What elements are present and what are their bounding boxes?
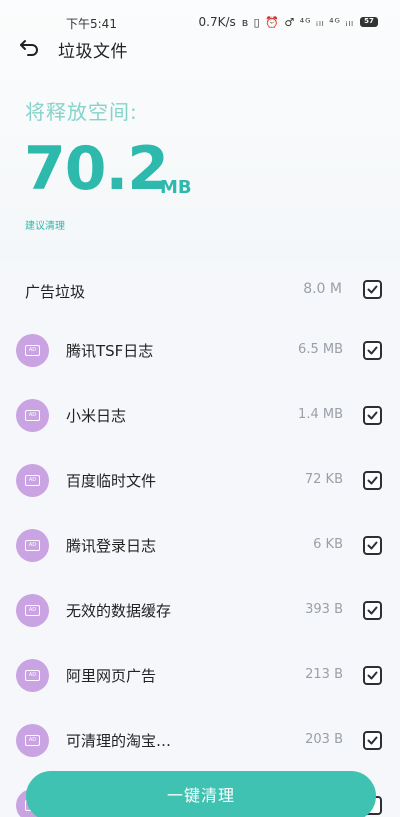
- item-label: 阿里网页广告: [66, 667, 157, 685]
- category-checkbox[interactable]: [363, 280, 382, 299]
- item-label: 腾讯登录日志: [66, 537, 157, 555]
- item-label: 无效的数据缓存: [66, 602, 172, 620]
- item-size: 203 B: [305, 732, 343, 747]
- status-indicators: 0.7K/s ʙ ▯ ⏰ ♂ ⁴ᴳ ᵢₗₗ ⁴ᴳ ᵢₗₗ 57: [198, 15, 378, 29]
- item-checkbox[interactable]: [363, 536, 382, 555]
- list-item[interactable]: AD 可清理的淘宝… 203 B: [0, 708, 400, 773]
- status-time: 下午5:41: [66, 17, 117, 31]
- item-checkbox[interactable]: [363, 731, 382, 750]
- item-checkbox[interactable]: [363, 341, 382, 360]
- page-title: 垃圾文件: [58, 42, 128, 62]
- header-area: 下午5:41 0.7K/s ʙ ▯ ⏰ ♂ ⁴ᴳ ᵢₗₗ ⁴ᴳ ᵢₗₗ 57 垃…: [0, 0, 400, 262]
- list-item[interactable]: AD 腾讯TSF日志 6.5 MB: [0, 318, 400, 383]
- item-checkbox[interactable]: [363, 601, 382, 620]
- item-size: 6.5 MB: [298, 342, 343, 357]
- battery-icon: 57: [360, 17, 378, 27]
- item-size: 1.4 MB: [298, 407, 343, 422]
- item-size: 213 B: [305, 667, 343, 682]
- item-size: 6 KB: [313, 537, 343, 552]
- item-label: 腾讯TSF日志: [66, 342, 154, 360]
- release-size-unit: MB: [160, 177, 192, 198]
- ad-icon: AD: [16, 529, 49, 562]
- ad-icon: AD: [16, 334, 49, 367]
- list-item[interactable]: AD 腾讯登录日志 6 KB: [0, 513, 400, 578]
- category-label: 广告垃圾: [25, 283, 86, 301]
- one-click-clean-button[interactable]: 一键清理: [26, 771, 376, 817]
- item-label: 小米日志: [66, 407, 127, 425]
- list-item[interactable]: AD 百度临时文件 72 KB: [0, 448, 400, 513]
- ad-icon: AD: [16, 399, 49, 432]
- ad-icon: AD: [16, 724, 49, 757]
- list-item[interactable]: AD 阿里网页广告 213 B: [0, 643, 400, 708]
- item-checkbox[interactable]: [363, 406, 382, 425]
- item-label: 百度临时文件: [66, 472, 157, 490]
- list-item[interactable]: AD 无效的数据缓存 393 B: [0, 578, 400, 643]
- category-size: 8.0 M: [303, 281, 342, 297]
- category-row[interactable]: 广告垃圾 8.0 M: [0, 262, 400, 318]
- list-item[interactable]: AD 小米日志 1.4 MB: [0, 383, 400, 448]
- junk-list: 广告垃圾 8.0 M AD 腾讯TSF日志 6.5 MB AD 小米日志 1.4…: [0, 262, 400, 817]
- item-size: 72 KB: [304, 472, 343, 487]
- ad-icon: AD: [16, 594, 49, 627]
- suggestion-text: 建议清理: [25, 221, 65, 232]
- network-speed: 0.7K/s: [198, 15, 236, 29]
- item-label: 可清理的淘宝…: [66, 732, 172, 750]
- release-label: 将释放空间:: [25, 100, 138, 124]
- item-checkbox[interactable]: [363, 471, 382, 490]
- back-icon[interactable]: [18, 36, 40, 58]
- ad-icon: AD: [16, 659, 49, 692]
- item-checkbox[interactable]: [363, 666, 382, 685]
- status-icons: ʙ ▯ ⏰ ♂ ⁴ᴳ ᵢₗₗ ⁴ᴳ ᵢₗₗ: [241, 15, 354, 29]
- item-size: 393 B: [305, 602, 343, 617]
- ad-icon: AD: [16, 464, 49, 497]
- release-size-value: 70.2: [24, 134, 169, 204]
